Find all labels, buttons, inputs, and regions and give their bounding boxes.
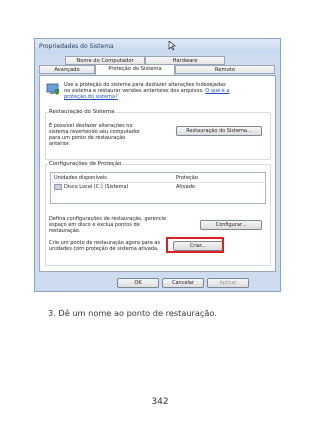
help-link[interactable]: O que é a bbox=[205, 88, 229, 94]
system-properties-dialog: Propriedades do Sistema Nome do Computad… bbox=[34, 38, 281, 292]
create-text-2: unidades com proteção de sistema ativada… bbox=[49, 246, 159, 252]
highlight-box bbox=[166, 237, 224, 253]
protection-group-label: Configurações de Proteção bbox=[48, 161, 123, 167]
step-instruction: 3. Dê um nome ao ponto de restauração. bbox=[48, 308, 217, 318]
intro-text: Use a proteção do sistema para desfazer … bbox=[64, 82, 274, 100]
help-link-cont[interactable]: proteção do sistema? bbox=[64, 94, 118, 100]
drive-status: Ativado bbox=[176, 184, 195, 190]
system-restore-button[interactable]: Restauração do Sistema... bbox=[176, 126, 262, 136]
mouse-pointer-icon bbox=[168, 41, 176, 51]
drive-list[interactable]: Unidades disponíveis Proteção Disco Loca… bbox=[50, 172, 266, 204]
configure-button[interactable]: Configurar... bbox=[200, 220, 262, 230]
cancel-button[interactable]: Cancelar bbox=[162, 278, 204, 288]
tab-advanced[interactable]: Avançado bbox=[39, 65, 95, 74]
tab-panel: Use a proteção do sistema para desfazer … bbox=[39, 75, 276, 272]
apply-button[interactable]: Aplicar bbox=[207, 278, 249, 288]
tab-strip: Nome do Computador Hardware Avançado Pro… bbox=[39, 56, 278, 76]
restore-text-4: anterior. bbox=[49, 141, 70, 147]
drive-icon bbox=[54, 184, 62, 190]
configure-text-3: restauração. bbox=[49, 228, 81, 234]
tab-remote[interactable]: Remoto bbox=[175, 65, 275, 74]
computer-shield-icon bbox=[46, 83, 59, 95]
column-protection: Proteção bbox=[176, 175, 198, 181]
drive-name[interactable]: Disco Local (C:) (Sistema) bbox=[64, 184, 129, 190]
page-number: 342 bbox=[151, 397, 169, 407]
column-units: Unidades disponíveis bbox=[54, 175, 107, 181]
tab-system-protection[interactable]: Proteção do Sistema bbox=[95, 64, 175, 75]
dialog-title: Propriedades do Sistema bbox=[35, 39, 280, 54]
ok-button[interactable]: OK bbox=[117, 278, 159, 288]
restore-group-label: Restauração do Sistema bbox=[48, 109, 116, 115]
